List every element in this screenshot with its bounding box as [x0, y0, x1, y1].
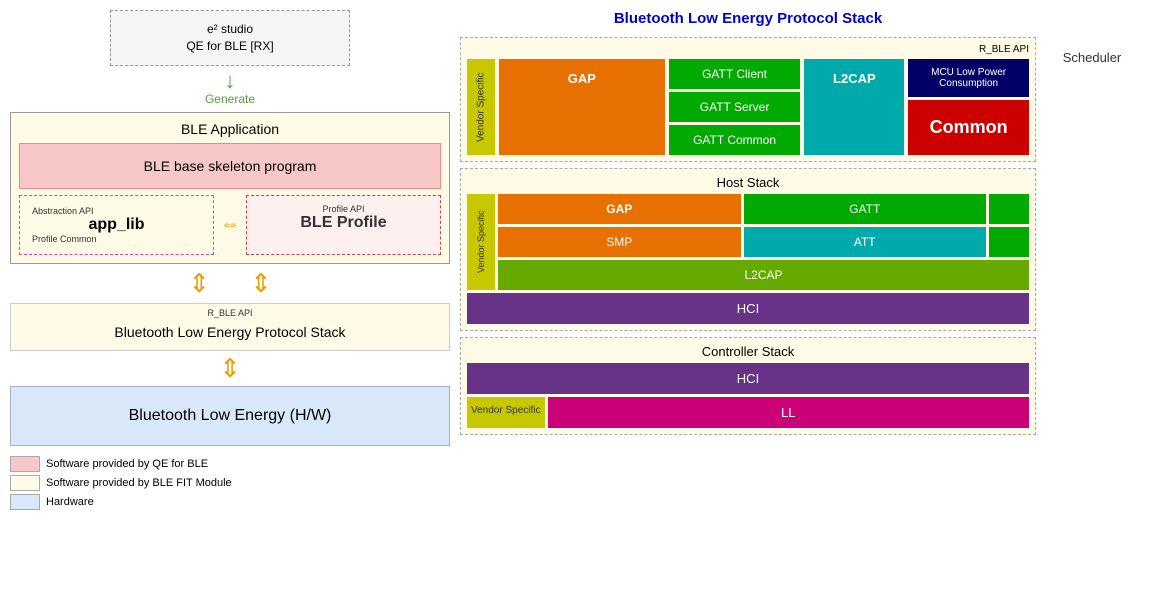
main-container: e² studio QE for BLE [RX] ↓ Generate BLE…: [0, 0, 1152, 603]
host-green-decoration: [989, 194, 1029, 224]
double-arrow-icon: ⇔: [220, 195, 240, 255]
rble-api-section: R_BLE API Bluetooth Low Energy Protocol …: [10, 303, 450, 351]
host-vendor-specific: Vendor Specific: [467, 194, 495, 290]
controller-stack-title: Controller Stack: [467, 344, 1029, 359]
ble-application-title: BLE Application: [19, 121, 441, 137]
controller-vendor: Vendor Specific: [467, 397, 545, 428]
rble-gatt-client: GATT Client: [669, 59, 801, 89]
host-stack-section: Host Stack Vendor Specific GAP GATT SMP …: [460, 168, 1036, 331]
legend-label-fit: Software provided by BLE FIT Module: [46, 477, 232, 489]
rble-api-top-label: R_BLE API: [467, 44, 1029, 55]
generate-label: Generate: [205, 92, 255, 106]
protocol-stack-title: Bluetooth Low Energy Protocol Stack: [19, 318, 441, 346]
legend: Software provided by QE for BLE Software…: [10, 456, 450, 510]
protocol-diagram: Bluetooth Low Energy Protocol Stack R_BL…: [460, 10, 1036, 593]
rble-api-section-right: R_BLE API Vendor Specific GAP GATT Clien…: [460, 37, 1036, 162]
rble-api-row: Vendor Specific GAP GATT Client GATT Ser…: [467, 59, 1029, 155]
ble-application-box: BLE Application BLE base skeleton progra…: [10, 112, 450, 264]
ble-hw-label: Bluetooth Low Energy (H/W): [129, 407, 332, 424]
controller-stack-section: Controller Stack HCI Vendor Specific LL: [460, 337, 1036, 435]
rble-gatt-common: GATT Common: [669, 125, 801, 155]
diagram-title: Bluetooth Low Energy Protocol Stack: [460, 10, 1036, 27]
controller-bottom-row: Vendor Specific LL: [467, 397, 1029, 428]
abstraction-api-label: Abstraction API: [32, 206, 201, 216]
controller-ll: LL: [548, 397, 1030, 428]
rble-l2cap-box: L2CAP: [804, 59, 904, 155]
host-smp: SMP: [498, 227, 741, 257]
right-panel: Bluetooth Low Energy Protocol Stack R_BL…: [460, 10, 1142, 593]
e2-studio-box: e² studio QE for BLE [RX]: [110, 10, 350, 66]
legend-item-hw: Hardware: [10, 494, 450, 510]
rble-common: Common: [908, 100, 1029, 155]
ble-hw-box: Bluetooth Low Energy (H/W): [10, 386, 450, 446]
legend-label-hw: Hardware: [46, 496, 94, 508]
host-gap: GAP: [498, 194, 741, 224]
host-gatt: GATT: [744, 194, 987, 224]
profile-common-label: Profile Common: [32, 234, 201, 244]
profile-api-label: Profile API: [259, 204, 428, 214]
host-hci: HCI: [467, 293, 1029, 324]
legend-item-qe: Software provided by QE for BLE: [10, 456, 450, 472]
generate-arrow-down: ↓: [225, 70, 236, 92]
app-lib-box: Abstraction API app_lib Profile Common: [19, 195, 214, 255]
scheduler-label: Scheduler: [1063, 50, 1122, 65]
e2-studio-line1: e² studio: [121, 21, 339, 38]
host-middle-row: SMP ATT: [498, 227, 1029, 257]
rble-vendor-specific: Vendor Specific: [467, 59, 495, 155]
host-middle: GAP GATT SMP ATT L2CAP: [498, 194, 1029, 290]
legend-item-fit: Software provided by BLE FIT Module: [10, 475, 450, 491]
middle-arrows: ⇕ ⇕: [10, 268, 450, 299]
arrow-double-big: ⇕: [10, 353, 450, 384]
rble-api-label: R_BLE API: [19, 308, 441, 318]
arrow-up-left: ⇕: [188, 268, 210, 299]
legend-color-fit: [10, 475, 40, 491]
ble-profile-label: BLE Profile: [259, 214, 428, 232]
app-lib-main: app_lib: [32, 216, 201, 234]
rble-gap-box: GAP: [499, 59, 665, 155]
e2-studio-line2: QE for BLE [RX]: [121, 38, 339, 55]
scheduler-column: Scheduler: [1042, 10, 1142, 593]
arrow-up-right: ⇕: [250, 268, 272, 299]
legend-label-qe: Software provided by QE for BLE: [46, 458, 208, 470]
rble-mcu-low-power: MCU Low Power Consumption: [908, 59, 1029, 97]
host-stack-title: Host Stack: [467, 175, 1029, 190]
legend-color-hw: [10, 494, 40, 510]
left-panel: e² studio QE for BLE [RX] ↓ Generate BLE…: [10, 10, 450, 593]
ble-skeleton-label: BLE base skeleton program: [144, 158, 317, 174]
host-att: ATT: [744, 227, 987, 257]
host-l2cap: L2CAP: [498, 260, 1029, 290]
host-content: Vendor Specific GAP GATT SMP ATT L2CAP: [467, 194, 1029, 290]
rble-gatt-server: GATT Server: [669, 92, 801, 122]
legend-color-qe: [10, 456, 40, 472]
controller-hci: HCI: [467, 363, 1029, 394]
host-green-decoration2: [989, 227, 1029, 257]
ble-profile-box: Profile API BLE Profile: [246, 195, 441, 255]
ble-skeleton-box: BLE base skeleton program: [19, 143, 441, 189]
host-top-row: GAP GATT: [498, 194, 1029, 224]
